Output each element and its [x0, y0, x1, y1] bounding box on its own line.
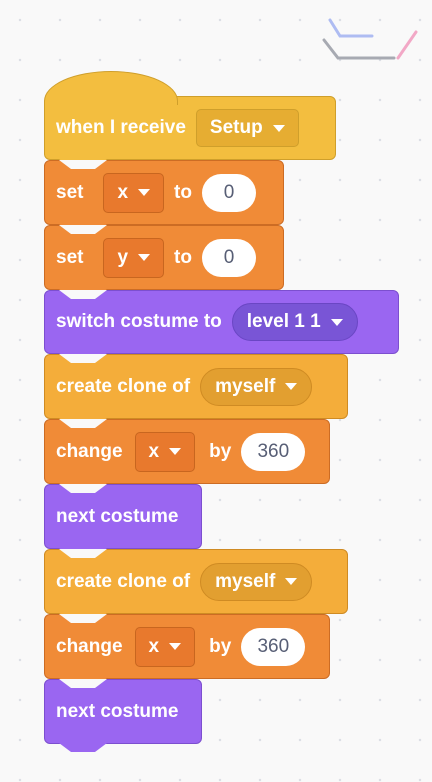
hat-label: when I receive	[56, 117, 186, 138]
dropdown-caret-icon	[272, 124, 285, 132]
change-variable-block[interactable]: change x by 360	[44, 614, 330, 687]
switch-costume-block[interactable]: switch costume to level 1 1	[44, 290, 399, 362]
set-label: set	[56, 246, 84, 268]
change-label: change	[56, 440, 123, 462]
variable-value: x	[148, 635, 160, 657]
set-label: set	[56, 181, 84, 203]
switch-costume-label: switch costume to	[56, 311, 222, 332]
create-clone-label: create clone of	[56, 375, 191, 397]
dropdown-caret-icon	[285, 578, 298, 585]
set-variable-block[interactable]: set x to 0	[44, 160, 284, 233]
costume-value: level 1 1	[246, 311, 321, 332]
message-value: Setup	[209, 117, 263, 138]
value-input[interactable]: 360	[241, 627, 306, 666]
message-dropdown[interactable]: Setup	[195, 109, 299, 147]
variable-value: y	[117, 246, 129, 268]
variable-value: x	[117, 181, 129, 203]
when-i-receive-hat-block[interactable]: when I receive Setup	[44, 71, 336, 168]
create-clone-label: create clone of	[56, 570, 191, 592]
set-variable-block[interactable]: set y to 0	[44, 225, 284, 298]
clone-target-value: myself	[215, 375, 276, 397]
variable-value: x	[148, 440, 160, 462]
by-label: by	[209, 635, 232, 657]
next-costume-block[interactable]: next costume	[44, 679, 202, 752]
costume-dropdown[interactable]: level 1 1	[231, 303, 358, 341]
value-input[interactable]: 360	[241, 432, 306, 471]
next-costume-block[interactable]: next costume	[44, 484, 202, 557]
clone-target-dropdown[interactable]: myself	[200, 562, 313, 601]
create-clone-block[interactable]: create clone of myself	[44, 549, 348, 622]
value-input[interactable]: 0	[201, 238, 256, 277]
by-label: by	[209, 440, 232, 462]
dropdown-caret-icon	[330, 318, 343, 326]
dropdown-caret-icon	[138, 254, 151, 261]
to-label: to	[174, 246, 192, 268]
dropdown-caret-icon	[169, 643, 182, 650]
to-label: to	[174, 181, 192, 203]
value-input[interactable]: 0	[201, 173, 256, 212]
variable-dropdown[interactable]: y	[103, 237, 165, 278]
variable-dropdown[interactable]: x	[103, 172, 165, 213]
value-text: 0	[223, 181, 235, 203]
clone-target-value: myself	[215, 570, 276, 592]
change-label: change	[56, 635, 123, 657]
variable-dropdown[interactable]: x	[134, 431, 196, 472]
dropdown-caret-icon	[285, 383, 298, 390]
clone-target-dropdown[interactable]: myself	[200, 367, 313, 406]
next-costume-label: next costume	[56, 700, 179, 722]
dropdown-caret-icon	[169, 448, 182, 455]
dropdown-caret-icon	[138, 189, 151, 196]
corner-decoration-icon	[322, 18, 418, 60]
value-text: 360	[257, 635, 290, 657]
value-text: 360	[257, 440, 290, 462]
change-variable-block[interactable]: change x by 360	[44, 419, 330, 492]
value-text: 0	[223, 246, 235, 268]
variable-dropdown[interactable]: x	[134, 626, 196, 667]
create-clone-block[interactable]: create clone of myself	[44, 354, 348, 427]
next-costume-label: next costume	[56, 505, 179, 527]
